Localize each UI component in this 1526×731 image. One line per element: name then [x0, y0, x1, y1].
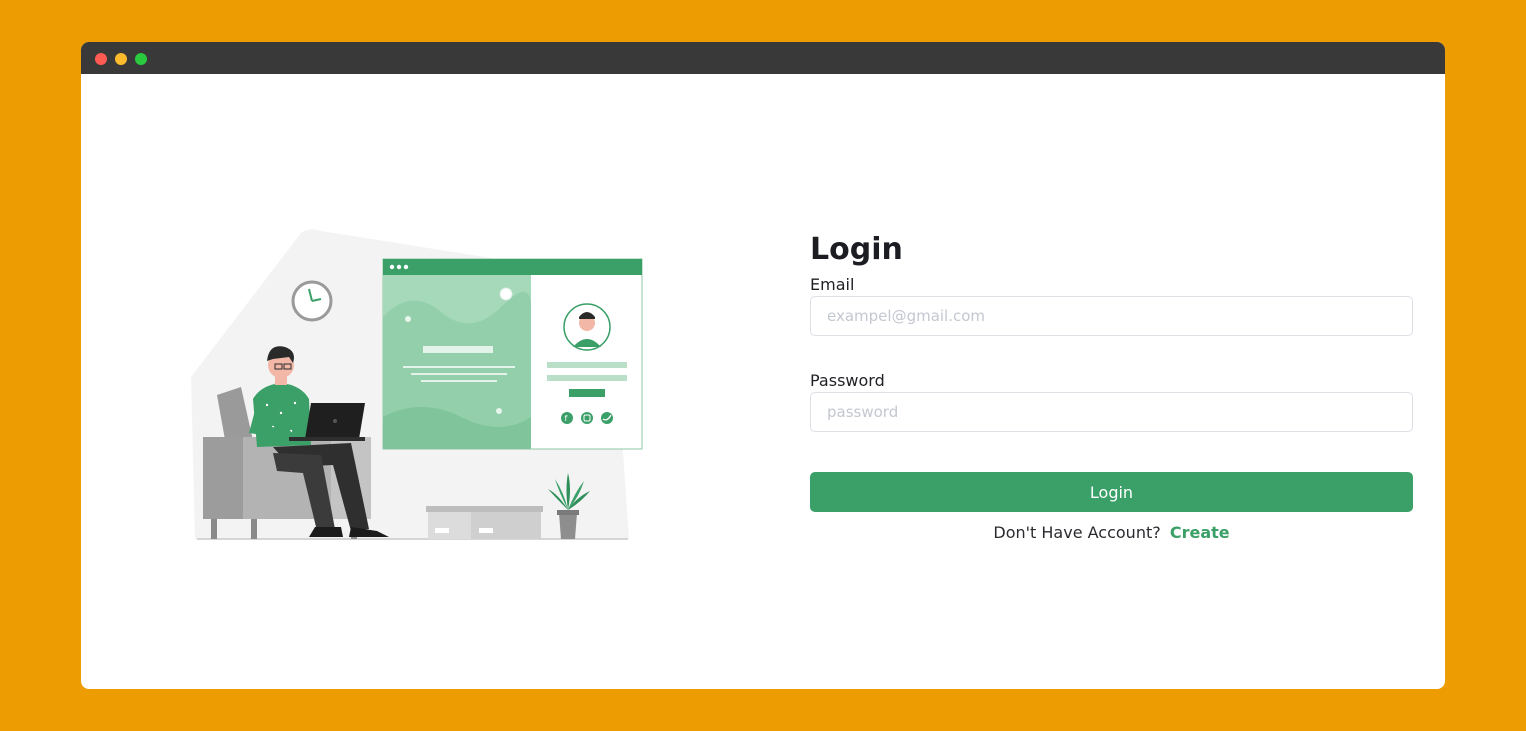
- window-titlebar: [81, 42, 1445, 74]
- close-window-button[interactable]: [95, 53, 107, 65]
- twitter-icon: [601, 412, 613, 424]
- email-input[interactable]: [810, 296, 1413, 336]
- clock-icon: [291, 280, 333, 322]
- password-input[interactable]: [810, 392, 1413, 432]
- storage-boxes: [426, 506, 543, 539]
- signup-prompt: Don't Have Account?: [993, 523, 1161, 542]
- login-illustration: f: [191, 229, 643, 540]
- webpage-illustration: f: [382, 258, 643, 450]
- login-title: Login: [810, 232, 903, 267]
- email-label: Email: [810, 275, 855, 294]
- create-account-link[interactable]: Create: [1170, 523, 1230, 542]
- maximize-window-button[interactable]: [135, 53, 147, 65]
- login-button[interactable]: Login: [810, 472, 1413, 512]
- password-label: Password: [810, 371, 885, 390]
- signup-row: Don't Have Account? Create: [810, 522, 1413, 544]
- instagram-icon: [581, 412, 593, 424]
- browser-window: f Login Email exampel@gmail.com Password…: [81, 42, 1445, 689]
- minimize-window-button[interactable]: [115, 53, 127, 65]
- svg-text:f: f: [565, 414, 568, 423]
